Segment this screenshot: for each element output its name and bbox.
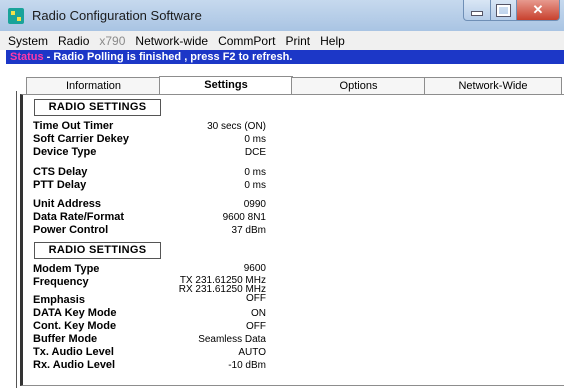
menu-network-wide[interactable]: Network-wide: [130, 34, 213, 48]
tab-settings[interactable]: Settings: [159, 76, 293, 95]
minimize-icon: [471, 10, 483, 16]
label-data-rate-format: Data Rate/Format: [33, 211, 125, 223]
section-title-radio-settings: RADIO SETTINGS: [34, 99, 161, 116]
menu-x790[interactable]: x790: [94, 34, 130, 48]
window-title: Radio Configuration Software: [32, 8, 202, 23]
status-label: Status: [10, 51, 44, 63]
label-soft-carrier-dekey: Soft Carrier Dekey: [33, 133, 129, 145]
value-rx-audio-level: -10 dBm: [228, 360, 266, 371]
menu-commport[interactable]: CommPort: [213, 34, 280, 48]
value-time-out-timer: 30 secs (ON): [207, 121, 266, 132]
menu-print[interactable]: Print: [280, 34, 315, 48]
label-ptt-delay: PTT Delay: [33, 179, 87, 191]
value-ptt-delay: 0 ms: [244, 180, 266, 191]
status-bar: Status - Radio Polling is finished , pre…: [6, 50, 564, 64]
maximize-button[interactable]: [490, 0, 517, 21]
label-tx-audio-level: Tx. Audio Level: [33, 346, 114, 358]
value-frequency: TX 231.61250 MHz RX 231.61250 MHz: [179, 276, 266, 295]
section-title-radio-settings-2: RADIO SETTINGS: [34, 242, 161, 259]
value-emphasis: OFF: [246, 293, 266, 304]
label-modem-type: Modem Type: [33, 263, 100, 275]
value-data-rate-format: 9600 8N1: [222, 212, 266, 223]
menu-system[interactable]: System: [0, 34, 53, 48]
value-buffer-mode: Seamless Data: [198, 334, 266, 345]
label-unit-address: Unit Address: [33, 198, 102, 210]
maximize-icon: [496, 3, 511, 17]
value-power-control: 37 dBm: [231, 225, 266, 236]
menu-help[interactable]: Help: [315, 34, 350, 48]
value-unit-address: 0990: [243, 199, 266, 210]
value-modem-type: 9600: [243, 263, 266, 274]
title-bar[interactable]: Radio Configuration Software ✕: [0, 0, 564, 32]
menu-radio[interactable]: Radio: [53, 34, 94, 48]
label-data-key-mode: DATA Key Mode: [33, 307, 117, 319]
tab-information[interactable]: Information: [26, 77, 161, 95]
minimize-button[interactable]: [463, 0, 491, 21]
value-tx-audio-level: AUTO: [238, 347, 266, 358]
label-power-control: Power Control: [33, 224, 109, 236]
label-device-type: Device Type: [33, 146, 97, 158]
status-message: Radio Polling is finished , press F2 to …: [53, 51, 293, 63]
tab-options[interactable]: Options: [291, 77, 426, 95]
label-buffer-mode: Buffer Mode: [33, 333, 98, 345]
label-rx-audio-level: Rx. Audio Level: [33, 359, 116, 371]
close-button[interactable]: ✕: [516, 0, 560, 21]
value-cont-key-mode: OFF: [246, 321, 266, 332]
label-time-out-timer: Time Out Timer: [33, 120, 114, 132]
label-cts-delay: CTS Delay: [33, 166, 88, 178]
menu-bar: System Radio x790 Network-wide CommPort …: [0, 31, 564, 50]
value-cts-delay: 0 ms: [244, 167, 266, 178]
left-divider: [16, 91, 17, 388]
tab-network-wide[interactable]: Network-Wide: [424, 77, 562, 95]
close-icon: ✕: [532, 2, 544, 17]
label-emphasis: Emphasis: [33, 294, 85, 306]
value-soft-carrier-dekey: 0 ms: [244, 134, 266, 145]
label-cont-key-mode: Cont. Key Mode: [33, 320, 117, 332]
status-separator: -: [43, 51, 54, 63]
app-icon: [8, 8, 24, 24]
value-device-type: DCE: [244, 147, 266, 158]
value-data-key-mode: ON: [251, 308, 266, 319]
label-frequency: Frequency: [33, 276, 89, 288]
